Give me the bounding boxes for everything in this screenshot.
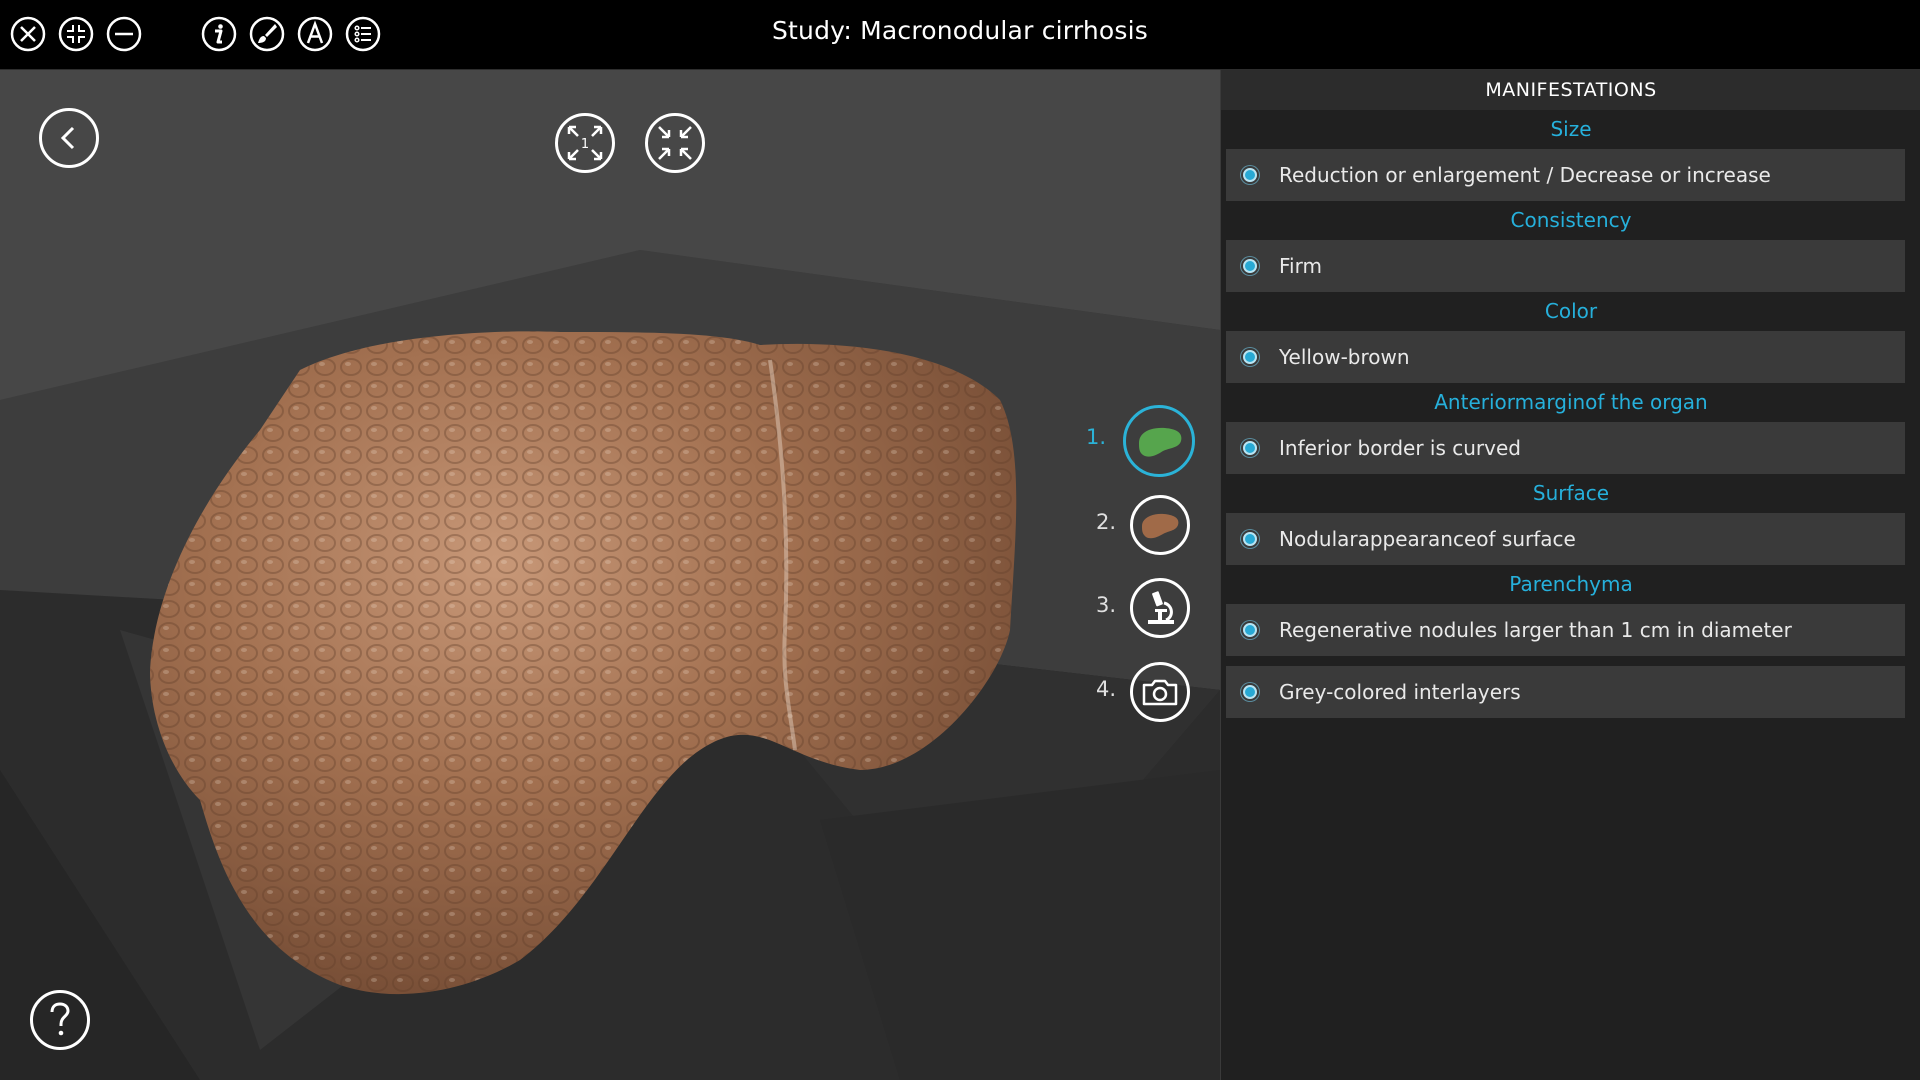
- collapse-arrows-icon: [658, 126, 692, 160]
- section-parenchyma: Parenchyma Regenerative nodules larger t…: [1221, 565, 1920, 718]
- step-3-label: 3.: [1095, 593, 1116, 617]
- minus-circle-icon: [106, 16, 142, 52]
- section-title: Size: [1550, 117, 1592, 141]
- bullet-icon: [1243, 441, 1257, 455]
- expand-arrows-icon: 1: [567, 125, 603, 161]
- list-item[interactable]: Regenerative nodules larger than 1 cm in…: [1226, 604, 1905, 656]
- item-text: Nodularappearanceof surface: [1279, 527, 1576, 551]
- camera-icon: [1142, 679, 1178, 706]
- minimize-button[interactable]: [105, 15, 143, 53]
- list-item[interactable]: Yellow-brown: [1226, 331, 1905, 383]
- list-item[interactable]: Reduction or enlargement / Decrease or i…: [1226, 149, 1905, 201]
- list-item[interactable]: Nodularappearanceof surface: [1226, 513, 1905, 565]
- list-item[interactable]: Firm: [1226, 240, 1905, 292]
- top-toolbar: Study: Macronodular cirrhosis: [0, 0, 1920, 70]
- section-surface: Surface Nodularappearanceof surface: [1221, 474, 1920, 565]
- liver-green-icon: [1139, 427, 1182, 457]
- step-1-button[interactable]: [1123, 405, 1195, 477]
- microscope-icon: [1148, 591, 1174, 624]
- step-4-button[interactable]: [1130, 662, 1190, 722]
- item-text: Regenerative nodules larger than 1 cm in…: [1279, 618, 1792, 642]
- chevron-left-icon: [60, 126, 75, 150]
- section-size: Size Reduction or enlargement / Decrease…: [1221, 110, 1920, 201]
- section-title: Anteriormarginof the organ: [1434, 390, 1708, 414]
- section-title: Surface: [1532, 481, 1610, 505]
- item-text: Reduction or enlargement / Decrease or i…: [1279, 163, 1771, 187]
- exit-fullscreen-button[interactable]: [57, 15, 95, 53]
- section-color: Color Yellow-brown: [1221, 292, 1920, 383]
- item-text: Yellow-brown: [1279, 345, 1410, 369]
- font-button[interactable]: [296, 15, 334, 53]
- item-text: Firm: [1279, 254, 1322, 278]
- bullet-icon: [1243, 259, 1257, 273]
- tools-button[interactable]: [248, 15, 286, 53]
- item-text: Inferior border is curved: [1279, 436, 1521, 460]
- liver-brown-icon: [1142, 513, 1179, 539]
- bullet-icon: [1243, 532, 1257, 546]
- step-4-label: 4.: [1095, 677, 1116, 701]
- bullet-icon: [1243, 685, 1257, 699]
- section-title: Color: [1544, 299, 1598, 323]
- item-text: Grey-colored interlayers: [1279, 680, 1521, 704]
- back-button[interactable]: [39, 108, 99, 168]
- step-2-button[interactable]: [1130, 495, 1190, 555]
- expand-view-button[interactable]: 1: [555, 113, 615, 173]
- compress-icon: [58, 16, 94, 52]
- help-button[interactable]: [30, 990, 90, 1050]
- close-button[interactable]: [9, 15, 47, 53]
- section-anterior-margin: Anteriormarginof the organ Inferior bord…: [1221, 383, 1920, 474]
- view-badge: 1: [581, 137, 589, 152]
- list-item[interactable]: Grey-colored interlayers: [1226, 666, 1905, 718]
- list-item[interactable]: Inferior border is curved: [1226, 422, 1905, 474]
- step-3-button[interactable]: [1130, 578, 1190, 638]
- bullet-icon: [1243, 623, 1257, 637]
- collapse-view-button[interactable]: [645, 113, 705, 173]
- manifestations-panel: MANIFESTATIONS Size Reduction or enlarge…: [1220, 70, 1920, 1080]
- section-title: Parenchyma: [1509, 572, 1633, 596]
- step-1-label: 1.: [1085, 425, 1106, 449]
- letter-a-icon: [297, 16, 333, 52]
- model-viewport[interactable]: 1 1. 2. 3. 4.: [0, 70, 1220, 1080]
- panel-header: MANIFESTATIONS: [1221, 70, 1920, 110]
- brush-icon: [249, 16, 285, 52]
- close-circle-icon: [10, 16, 46, 52]
- viewport-background: [0, 70, 1220, 1080]
- list-icon: [345, 16, 381, 52]
- step-2-label: 2.: [1095, 510, 1116, 534]
- question-mark-icon: [50, 1002, 70, 1036]
- page-title: Study: Macronodular cirrhosis: [771, 16, 1149, 45]
- info-button[interactable]: [200, 15, 238, 53]
- bullet-icon: [1243, 350, 1257, 364]
- bullet-icon: [1243, 168, 1257, 182]
- info-icon: [201, 16, 237, 52]
- list-button[interactable]: [344, 15, 382, 53]
- section-consistency: Consistency Firm: [1221, 201, 1920, 292]
- section-title: Consistency: [1510, 208, 1632, 232]
